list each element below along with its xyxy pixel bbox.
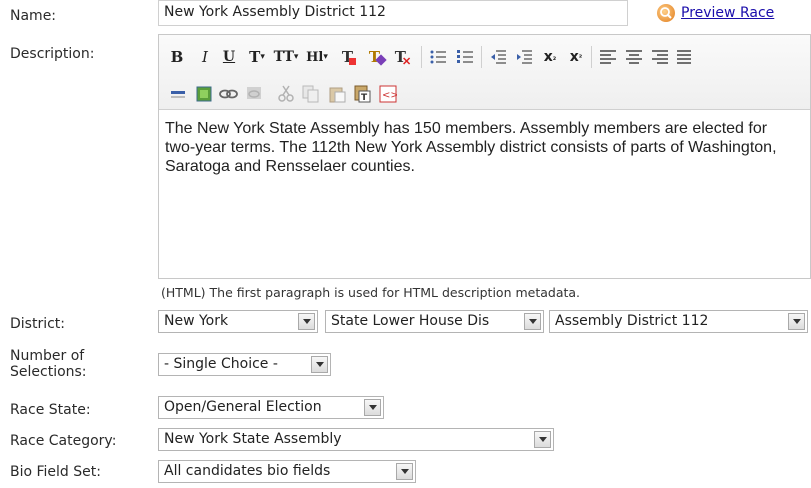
underline-button[interactable]: U: [219, 45, 239, 69]
svg-text:T: T: [361, 93, 368, 103]
outdent-icon[interactable]: [487, 45, 509, 69]
preview-race-link[interactable]: Preview Race: [657, 4, 774, 22]
num-selections-select[interactable]: - Single Choice -: [158, 353, 331, 376]
align-right-icon[interactable]: [649, 45, 671, 69]
district-type-select[interactable]: State Lower House Dis: [325, 310, 544, 333]
highlight-icon[interactable]: T: [365, 45, 389, 69]
svg-text:<>: <>: [382, 90, 397, 101]
numbered-list-icon[interactable]: [454, 45, 476, 69]
image-icon[interactable]: [195, 85, 213, 103]
name-field[interactable]: New York Assembly District 112: [158, 0, 628, 26]
race-category-select[interactable]: New York State Assembly: [158, 428, 554, 451]
source-code-icon[interactable]: <>: [379, 85, 399, 103]
district-type-value: State Lower House Dis: [331, 313, 490, 329]
num-selections-label: Number of Selections:: [10, 348, 87, 380]
heading-button[interactable]: Hl ▾: [302, 45, 332, 69]
indent-icon[interactable]: [513, 45, 535, 69]
superscript-button[interactable]: x²: [565, 45, 587, 69]
search-icon: [657, 4, 675, 22]
editor-toolbar: B I U T ▾ TT ▾ Hl ▾ T T T ✕ x₂ x² T <>: [159, 35, 810, 110]
paste-text-icon[interactable]: T: [353, 85, 371, 103]
rich-text-editor: B I U T ▾ TT ▾ Hl ▾ T T T ✕ x₂ x² T <> T…: [158, 34, 811, 279]
district-number-select[interactable]: Assembly District 112: [549, 310, 808, 333]
district-label: District:: [10, 316, 66, 332]
horizontal-rule-icon[interactable]: [169, 85, 187, 103]
district-state-select[interactable]: New York: [158, 310, 318, 333]
justify-icon[interactable]: [677, 45, 691, 69]
editor-content[interactable]: The New York State Assembly has 150 memb…: [165, 119, 790, 176]
font-size-button[interactable]: TT ▾: [271, 45, 301, 69]
remove-format-icon[interactable]: T ✕: [391, 45, 415, 69]
paste-icon[interactable]: [328, 85, 346, 103]
race-state-label: Race State:: [10, 402, 91, 418]
name-label: Name:: [10, 8, 57, 24]
name-field-value: New York Assembly District 112: [164, 4, 386, 20]
align-center-icon[interactable]: [623, 45, 645, 69]
subscript-button[interactable]: x₂: [539, 45, 561, 69]
bold-button[interactable]: B: [167, 45, 187, 69]
text-color-icon[interactable]: T: [337, 45, 361, 69]
italic-button[interactable]: I: [195, 45, 215, 69]
copy-icon[interactable]: [302, 85, 320, 103]
chevron-down-icon: [788, 313, 805, 330]
race-category-label: Race Category:: [10, 433, 117, 449]
description-hint: (HTML) The first paragraph is used for H…: [161, 285, 581, 300]
link-icon[interactable]: [219, 85, 238, 103]
race-state-value: Open/General Election: [164, 399, 322, 415]
chevron-down-icon: [524, 313, 541, 330]
bullet-list-icon[interactable]: [427, 45, 449, 69]
chevron-down-icon: [311, 356, 328, 373]
chevron-down-icon: [298, 313, 315, 330]
align-left-icon[interactable]: [597, 45, 619, 69]
chevron-down-icon: [364, 399, 381, 416]
preview-race-label: Preview Race: [681, 5, 775, 21]
district-state-value: New York: [164, 313, 229, 329]
font-button[interactable]: T ▾: [244, 45, 270, 69]
bio-field-set-select[interactable]: All candidates bio fields: [158, 460, 416, 483]
district-number-value: Assembly District 112: [555, 313, 709, 329]
unlink-icon[interactable]: [245, 85, 263, 103]
chevron-down-icon: [534, 431, 551, 448]
bio-field-set-label: Bio Field Set:: [10, 464, 101, 480]
num-selections-value: - Single Choice -: [164, 356, 278, 372]
bio-field-set-value: All candidates bio fields: [164, 463, 331, 479]
description-label: Description:: [10, 46, 95, 62]
chevron-down-icon: [396, 463, 413, 480]
race-state-select[interactable]: Open/General Election: [158, 396, 384, 419]
race-category-value: New York State Assembly: [164, 431, 342, 447]
cut-icon[interactable]: [277, 85, 295, 103]
